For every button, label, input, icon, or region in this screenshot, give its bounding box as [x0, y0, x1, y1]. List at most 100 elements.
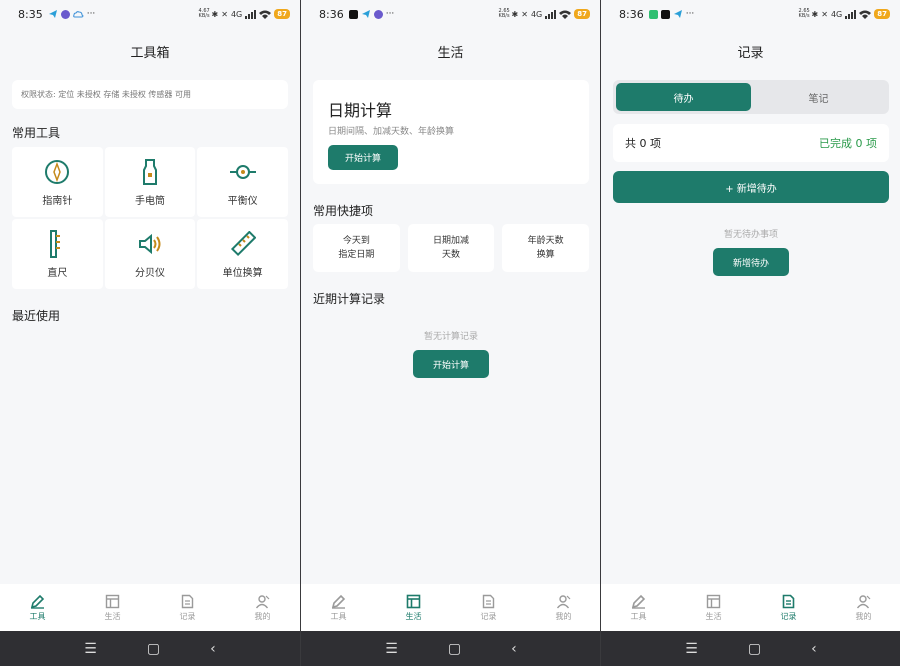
pencil-icon: [631, 594, 646, 609]
vibrate-icon: ✕: [821, 9, 828, 19]
tab-label: 工具: [29, 611, 46, 621]
more-notifications-icon: ···: [86, 9, 96, 19]
todo-count-card: 共 0 项 已完成 0 项: [613, 124, 889, 162]
tool-compass[interactable]: 指南针: [12, 147, 103, 217]
permission-status: 权限状态: 定位 未授权 存储 未授权 传感器 可用: [12, 80, 288, 109]
menu-icon[interactable]: ☰: [84, 641, 97, 657]
tab-label: 生活: [104, 611, 121, 621]
vibrate-icon: ✕: [221, 9, 228, 19]
segment-control: 待办 笔记: [613, 80, 889, 114]
tab-label: 我的: [555, 611, 572, 621]
net-speed: 2.65 KB/s: [498, 8, 510, 19]
tab-label: 生活: [405, 611, 422, 621]
tool-decibel[interactable]: 分贝仪: [104, 219, 196, 289]
bluetooth-icon: ✱: [511, 9, 519, 19]
tab-tools[interactable]: 工具: [301, 584, 376, 631]
pencil-icon: [331, 594, 346, 609]
page-title: 生活: [437, 46, 464, 61]
phone-life: 8:36 ··· 2.65 KB/s ✱ ✕ 4G 87 生活 日期计算 日期间…: [300, 0, 600, 666]
tab-life[interactable]: 生活: [676, 584, 751, 631]
pencil-icon: [30, 594, 45, 609]
home-icon[interactable]: ▢: [748, 641, 761, 657]
status-bar: 8:36 ··· 2.65 KB/s ✱ ✕ 4G 87: [601, 0, 900, 28]
tool-grid: 指南针 手电筒 平衡仪 直尺 分贝仪 单位换算: [12, 147, 288, 289]
date-calc-subtitle: 日期间隔、加减天数、年龄换算: [328, 127, 455, 137]
menu-icon[interactable]: ☰: [385, 641, 398, 657]
segment-notes[interactable]: 笔记: [751, 83, 886, 111]
telegram-icon: [361, 10, 370, 18]
unit-convert-icon: [229, 230, 257, 258]
vibrate-icon: ✕: [521, 9, 528, 19]
bluetooth-icon: ✱: [211, 9, 219, 19]
tool-label: 手电筒: [134, 195, 165, 207]
tool-flashlight[interactable]: 手电筒: [104, 147, 196, 217]
tab-life[interactable]: 生活: [75, 584, 150, 631]
signal-label: 4G: [530, 9, 543, 19]
common-tools-heading: 常用工具: [12, 126, 61, 140]
calendar-table-icon: [706, 594, 721, 608]
start-calc-button[interactable]: 开始计算: [328, 145, 398, 170]
ruler-icon: [43, 229, 71, 258]
wifi-icon: [559, 10, 572, 19]
empty-todo-text: 暂无待办事项: [723, 230, 778, 240]
signal-icon: [545, 9, 557, 19]
tab-records[interactable]: 记录: [150, 584, 225, 631]
tab-life[interactable]: 生活: [376, 584, 451, 631]
home-icon[interactable]: ▢: [147, 641, 160, 657]
calendar-table-icon: [105, 594, 120, 608]
tool-level[interactable]: 平衡仪: [197, 147, 288, 217]
add-todo-bar-button[interactable]: + 新增待办: [613, 171, 889, 203]
tab-label: 工具: [330, 611, 347, 621]
status-bar: 8:36 ··· 2.65 KB/s ✱ ✕ 4G 87: [301, 0, 600, 28]
decibel-icon: [136, 230, 164, 258]
signal-icon: [845, 9, 857, 19]
tab-label: 记录: [179, 611, 196, 621]
bluetooth-icon: ✱: [811, 9, 819, 19]
done-count: 已完成 0 项: [819, 137, 877, 150]
status-time: 8:35: [18, 7, 43, 21]
home-icon[interactable]: ▢: [448, 641, 461, 657]
app-notification-icon: [648, 9, 658, 19]
quick-item-date-add[interactable]: 日期加减 天数: [407, 224, 495, 272]
tab-records[interactable]: 记录: [751, 584, 826, 631]
battery-badge: 87: [274, 9, 290, 19]
back-icon[interactable]: ‹: [210, 641, 216, 657]
quick-item-age-days[interactable]: 年龄天数 换算: [502, 224, 589, 272]
tab-label: 记录: [780, 611, 797, 621]
empty-add-todo-button[interactable]: 新增待办: [713, 248, 789, 276]
system-nav-bar: ☰ ▢ ‹: [301, 631, 600, 666]
menu-icon[interactable]: ☰: [685, 641, 698, 657]
tab-records[interactable]: 记录: [451, 584, 526, 631]
tool-ruler[interactable]: 直尺: [12, 219, 103, 289]
battery-badge: 87: [574, 9, 590, 19]
empty-start-calc-button[interactable]: 开始计算: [413, 350, 489, 378]
net-speed: 2.65 KB/s: [798, 8, 810, 19]
system-nav-bar: ☰ ▢ ‹: [0, 631, 300, 666]
net-speed: 4.67 KB/s: [198, 8, 210, 19]
back-icon[interactable]: ‹: [511, 641, 517, 657]
more-notifications-icon: ···: [685, 9, 695, 19]
user-icon: [856, 594, 871, 608]
tab-mine[interactable]: 我的: [225, 584, 300, 631]
user-icon: [255, 594, 270, 608]
tab-tools[interactable]: 工具: [601, 584, 676, 631]
system-nav-bar: ☰ ▢ ‹: [601, 631, 900, 666]
tool-unit-convert[interactable]: 单位换算: [197, 219, 288, 289]
tab-tools[interactable]: 工具: [0, 584, 75, 631]
quick-item-days-to-date[interactable]: 今天到 指定日期: [313, 224, 400, 272]
telegram-icon: [48, 10, 57, 18]
tiktok-icon: [348, 9, 358, 19]
status-bar: 8:35 ··· 4.67 KB/s ✱ ✕ 4G 87: [0, 0, 300, 28]
tab-mine[interactable]: 我的: [826, 584, 900, 631]
quick-heading: 常用快捷项: [313, 204, 374, 218]
tab-label: 我的: [855, 611, 872, 621]
recent-calc-heading: 近期计算记录: [313, 292, 386, 306]
back-icon[interactable]: ‹: [811, 641, 817, 657]
level-icon: [229, 158, 257, 186]
segment-todo[interactable]: 待办: [616, 83, 751, 111]
tool-label: 指南针: [42, 195, 73, 207]
tab-mine[interactable]: 我的: [526, 584, 600, 631]
date-calc-card: 日期计算 日期间隔、加减天数、年龄换算 开始计算: [313, 80, 589, 184]
page-title: 工具箱: [130, 46, 170, 61]
tiktok-icon: [660, 9, 670, 19]
